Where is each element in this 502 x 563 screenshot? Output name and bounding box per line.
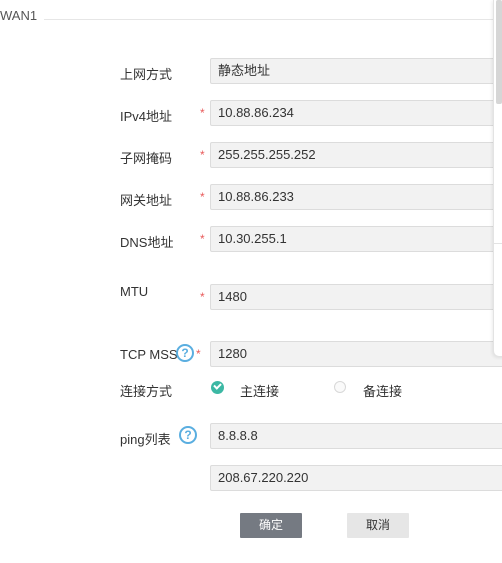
section-divider [44,19,502,20]
help-icon[interactable]: ? [179,426,197,444]
mtu-input[interactable]: 1480 [210,284,502,310]
gateway-label: 网关地址 [120,193,173,208]
radio-primary-label[interactable]: 主连接 [240,381,279,400]
side-panel-scrollbar[interactable] [496,0,502,104]
mode-label: 上网方式 [120,67,173,82]
confirm-button[interactable]: 确定 [240,513,302,538]
required-mark: * [196,347,201,361]
ping-input-2[interactable]: 208.67.220.220 [210,465,502,491]
ipv4-input[interactable]: 10.88.86.234 [210,100,502,126]
dns-input[interactable]: 10.30.255.1 [210,226,502,252]
dns-label: DNS地址 [120,235,174,250]
required-mark: * [200,148,205,162]
cancel-button[interactable]: 取消 [347,513,409,538]
radio-backup-icon[interactable] [334,381,346,393]
mode-select[interactable]: 静态地址 [210,58,502,84]
section-title: WAN1 [0,8,38,23]
ping-input-1[interactable]: 8.8.8.8 [210,423,502,449]
required-mark: * [200,106,205,120]
ping-list-label: ping列表 [120,432,171,447]
tcp-mss-input[interactable]: 1280 [210,341,502,367]
radio-primary-checked-icon[interactable] [211,381,224,394]
radio-backup-label[interactable]: 备连接 [363,381,402,400]
help-icon[interactable]: ? [176,344,194,362]
tcp-mss-label: TCP MSS [120,347,178,362]
connection-label: 连接方式 [120,384,173,399]
side-panel-divider [494,243,502,244]
mask-input[interactable]: 255.255.255.252 [210,142,502,168]
required-mark: * [200,290,205,304]
mtu-label: MTU [120,284,149,299]
required-mark: * [200,232,205,246]
mask-label: 子网掩码 [120,151,173,166]
required-mark: * [200,190,205,204]
gateway-input[interactable]: 10.88.86.233 [210,184,502,210]
ipv4-label: IPv4地址 [120,109,173,124]
